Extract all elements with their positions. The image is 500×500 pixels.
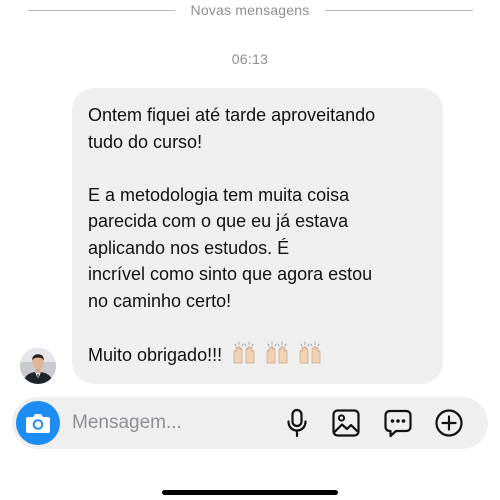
- message-line: tudo do curso!: [88, 131, 203, 152]
- sticker-icon: [384, 409, 412, 438]
- chat-screen: Novas mensagens 06:13 Ontem fiquei até t…: [0, 0, 500, 500]
- message-timestamp: 06:13: [231, 51, 269, 67]
- sticker-button[interactable]: [382, 407, 414, 439]
- camera-button[interactable]: [16, 401, 60, 445]
- raised-hands-emoji: [231, 341, 257, 373]
- home-indicator[interactable]: [162, 490, 338, 495]
- message-line: no caminho certo!: [88, 290, 232, 311]
- clapping-hands-emoji-group: [231, 341, 325, 373]
- message-line: aplicando nos estudos. É: [88, 237, 290, 258]
- new-messages-divider: Novas mensagens: [0, 0, 500, 22]
- sender-avatar[interactable]: [20, 348, 56, 384]
- divider-line-right: [325, 10, 473, 11]
- message-last-line: Muito obrigado!!!: [88, 341, 427, 373]
- raised-hands-emoji: [264, 341, 290, 373]
- avatar-photo-icon: [20, 348, 56, 384]
- plus-icon: [435, 409, 463, 437]
- message-line: parecida com o que eu já estava: [88, 211, 349, 231]
- microphone-button[interactable]: [281, 407, 313, 439]
- message-line: incrível como sinto que agora estou: [88, 264, 373, 284]
- message-input[interactable]: [72, 409, 262, 437]
- new-messages-label: Novas mensagens: [190, 2, 310, 18]
- divider-line-left: [28, 10, 175, 11]
- camera-icon: [26, 414, 50, 433]
- raised-hands-emoji: [297, 341, 323, 373]
- microphone-icon: [287, 408, 307, 438]
- message-composer: [12, 397, 488, 449]
- message-line: E a metodologia tem muita coisa: [88, 184, 350, 205]
- message-line: Ontem fiquei até tarde aproveitando: [88, 105, 376, 125]
- image-icon: [332, 409, 360, 437]
- gallery-button[interactable]: [330, 407, 362, 439]
- more-options-button[interactable]: [433, 407, 465, 439]
- thanks-text: Muito obrigado!!!: [88, 344, 223, 365]
- message-bubble[interactable]: Ontem fiquei até tarde aproveitando tudo…: [72, 88, 443, 384]
